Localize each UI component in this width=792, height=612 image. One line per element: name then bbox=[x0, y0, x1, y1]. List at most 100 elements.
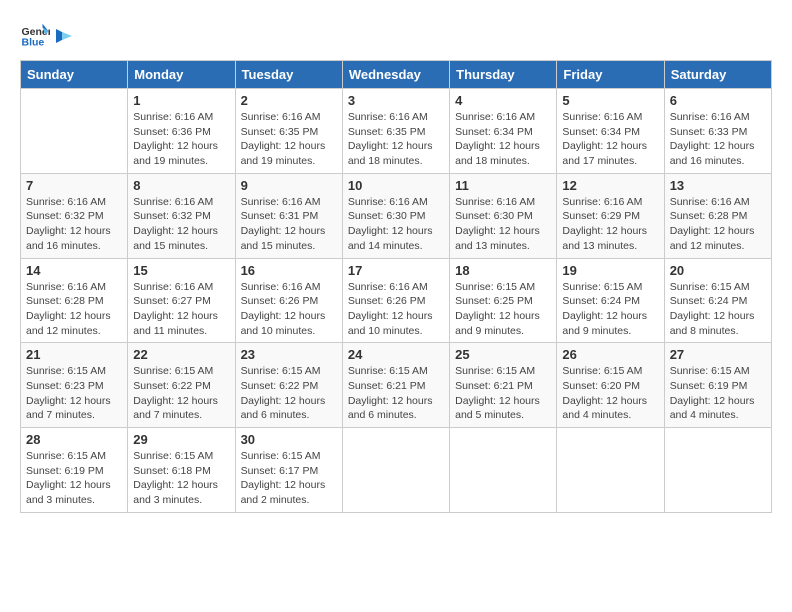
day-number: 18 bbox=[455, 263, 551, 278]
day-cell: 7 Sunrise: 6:16 AM Sunset: 6:32 PM Daylig… bbox=[21, 173, 128, 258]
day-detail: Sunrise: 6:16 AM Sunset: 6:30 PM Dayligh… bbox=[348, 195, 444, 254]
day-cell: 4Sunrise: 6:16 AM Sunset: 6:34 PM Daylig… bbox=[450, 89, 557, 174]
calendar-body: 1Sunrise: 6:16 AM Sunset: 6:36 PM Daylig… bbox=[21, 89, 772, 513]
day-number: 16 bbox=[241, 263, 337, 278]
day-cell: 19 Sunrise: 6:15 AM Sunset: 6:24 PM Dayli… bbox=[557, 258, 664, 343]
day-detail: Sunrise: 6:15 AM Sunset: 6:19 PM Dayligh… bbox=[670, 364, 766, 423]
day-cell: 9 Sunrise: 6:16 AM Sunset: 6:31 PM Daylig… bbox=[235, 173, 342, 258]
day-number: 27 bbox=[670, 347, 766, 362]
day-cell: 10 Sunrise: 6:16 AM Sunset: 6:30 PM Dayli… bbox=[342, 173, 449, 258]
day-number: 6 bbox=[670, 93, 766, 108]
day-cell bbox=[557, 428, 664, 513]
day-cell: 2 Sunrise: 6:16 AM Sunset: 6:35 PM Daylig… bbox=[235, 89, 342, 174]
day-detail: Sunrise: 6:16 AM Sunset: 6:29 PM Dayligh… bbox=[562, 195, 658, 254]
week-row-1: 1Sunrise: 6:16 AM Sunset: 6:36 PM Daylig… bbox=[21, 89, 772, 174]
day-detail: Sunrise: 6:16 AM Sunset: 6:33 PM Dayligh… bbox=[670, 110, 766, 169]
day-number: 10 bbox=[348, 178, 444, 193]
day-number: 26 bbox=[562, 347, 658, 362]
week-row-4: 21 Sunrise: 6:15 AM Sunset: 6:23 PM Dayli… bbox=[21, 343, 772, 428]
day-detail: Sunrise: 6:16 AM Sunset: 6:32 PM Dayligh… bbox=[26, 195, 122, 254]
day-detail: Sunrise: 6:15 AM Sunset: 6:25 PM Dayligh… bbox=[455, 280, 551, 339]
day-cell: 1Sunrise: 6:16 AM Sunset: 6:36 PM Daylig… bbox=[128, 89, 235, 174]
day-cell: 20 Sunrise: 6:15 AM Sunset: 6:24 PM Dayli… bbox=[664, 258, 771, 343]
header-cell-sunday: Sunday bbox=[21, 61, 128, 89]
day-cell: 27 Sunrise: 6:15 AM Sunset: 6:19 PM Dayli… bbox=[664, 343, 771, 428]
day-detail: Sunrise: 6:15 AM Sunset: 6:24 PM Dayligh… bbox=[562, 280, 658, 339]
day-detail: Sunrise: 6:16 AM Sunset: 6:34 PM Dayligh… bbox=[455, 110, 551, 169]
day-cell bbox=[450, 428, 557, 513]
day-detail: Sunrise: 6:16 AM Sunset: 6:30 PM Dayligh… bbox=[455, 195, 551, 254]
day-number: 28 bbox=[26, 432, 122, 447]
day-number: 9 bbox=[241, 178, 337, 193]
day-number: 3 bbox=[348, 93, 444, 108]
day-detail: Sunrise: 6:16 AM Sunset: 6:26 PM Dayligh… bbox=[241, 280, 337, 339]
day-number: 5 bbox=[562, 93, 658, 108]
day-number: 24 bbox=[348, 347, 444, 362]
day-detail: Sunrise: 6:15 AM Sunset: 6:23 PM Dayligh… bbox=[26, 364, 122, 423]
week-row-3: 14 Sunrise: 6:16 AM Sunset: 6:28 PM Dayli… bbox=[21, 258, 772, 343]
day-number: 30 bbox=[241, 432, 337, 447]
header-cell-tuesday: Tuesday bbox=[235, 61, 342, 89]
day-number: 22 bbox=[133, 347, 229, 362]
day-number: 2 bbox=[241, 93, 337, 108]
day-cell: 21 Sunrise: 6:15 AM Sunset: 6:23 PM Dayli… bbox=[21, 343, 128, 428]
header-cell-friday: Friday bbox=[557, 61, 664, 89]
day-number: 29 bbox=[133, 432, 229, 447]
day-detail: Sunrise: 6:15 AM Sunset: 6:22 PM Dayligh… bbox=[241, 364, 337, 423]
page-header: General Blue bbox=[20, 20, 772, 50]
day-detail: Sunrise: 6:16 AM Sunset: 6:35 PM Dayligh… bbox=[241, 110, 337, 169]
day-number: 23 bbox=[241, 347, 337, 362]
logo-icon: General Blue bbox=[20, 20, 50, 50]
calendar-header: SundayMondayTuesdayWednesdayThursdayFrid… bbox=[21, 61, 772, 89]
header-cell-wednesday: Wednesday bbox=[342, 61, 449, 89]
week-row-5: 28 Sunrise: 6:15 AM Sunset: 6:19 PM Dayli… bbox=[21, 428, 772, 513]
day-number: 21 bbox=[26, 347, 122, 362]
day-cell: 29Sunrise: 6:15 AM Sunset: 6:18 PM Dayli… bbox=[128, 428, 235, 513]
day-cell: 26 Sunrise: 6:15 AM Sunset: 6:20 PM Dayli… bbox=[557, 343, 664, 428]
day-cell: 6 Sunrise: 6:16 AM Sunset: 6:33 PM Daylig… bbox=[664, 89, 771, 174]
day-detail: Sunrise: 6:16 AM Sunset: 6:28 PM Dayligh… bbox=[26, 280, 122, 339]
logo: General Blue bbox=[20, 20, 74, 50]
day-detail: Sunrise: 6:15 AM Sunset: 6:19 PM Dayligh… bbox=[26, 449, 122, 508]
day-detail: Sunrise: 6:15 AM Sunset: 6:22 PM Dayligh… bbox=[133, 364, 229, 423]
day-number: 20 bbox=[670, 263, 766, 278]
day-cell: 23 Sunrise: 6:15 AM Sunset: 6:22 PM Dayli… bbox=[235, 343, 342, 428]
day-detail: Sunrise: 6:15 AM Sunset: 6:20 PM Dayligh… bbox=[562, 364, 658, 423]
day-cell: 28 Sunrise: 6:15 AM Sunset: 6:19 PM Dayli… bbox=[21, 428, 128, 513]
day-number: 1 bbox=[133, 93, 229, 108]
day-cell: 11 Sunrise: 6:16 AM Sunset: 6:30 PM Dayli… bbox=[450, 173, 557, 258]
day-cell: 17 Sunrise: 6:16 AM Sunset: 6:26 PM Dayli… bbox=[342, 258, 449, 343]
day-cell bbox=[21, 89, 128, 174]
header-cell-monday: Monday bbox=[128, 61, 235, 89]
day-cell: 18 Sunrise: 6:15 AM Sunset: 6:25 PM Dayli… bbox=[450, 258, 557, 343]
day-number: 7 bbox=[26, 178, 122, 193]
calendar-table: SundayMondayTuesdayWednesdayThursdayFrid… bbox=[20, 60, 772, 513]
day-number: 12 bbox=[562, 178, 658, 193]
day-detail: Sunrise: 6:16 AM Sunset: 6:27 PM Dayligh… bbox=[133, 280, 229, 339]
day-cell bbox=[342, 428, 449, 513]
day-cell: 14 Sunrise: 6:16 AM Sunset: 6:28 PM Dayli… bbox=[21, 258, 128, 343]
logo-arrow-icon bbox=[56, 29, 74, 43]
day-cell: 3Sunrise: 6:16 AM Sunset: 6:35 PM Daylig… bbox=[342, 89, 449, 174]
day-cell: 8Sunrise: 6:16 AM Sunset: 6:32 PM Daylig… bbox=[128, 173, 235, 258]
day-cell: 30Sunrise: 6:15 AM Sunset: 6:17 PM Dayli… bbox=[235, 428, 342, 513]
day-cell bbox=[664, 428, 771, 513]
day-number: 11 bbox=[455, 178, 551, 193]
day-detail: Sunrise: 6:15 AM Sunset: 6:21 PM Dayligh… bbox=[455, 364, 551, 423]
header-cell-thursday: Thursday bbox=[450, 61, 557, 89]
day-cell: 5 Sunrise: 6:16 AM Sunset: 6:34 PM Daylig… bbox=[557, 89, 664, 174]
day-number: 17 bbox=[348, 263, 444, 278]
day-detail: Sunrise: 6:16 AM Sunset: 6:31 PM Dayligh… bbox=[241, 195, 337, 254]
header-row: SundayMondayTuesdayWednesdayThursdayFrid… bbox=[21, 61, 772, 89]
day-detail: Sunrise: 6:16 AM Sunset: 6:26 PM Dayligh… bbox=[348, 280, 444, 339]
day-cell: 15 Sunrise: 6:16 AM Sunset: 6:27 PM Dayli… bbox=[128, 258, 235, 343]
day-number: 13 bbox=[670, 178, 766, 193]
day-number: 19 bbox=[562, 263, 658, 278]
day-number: 8 bbox=[133, 178, 229, 193]
day-detail: Sunrise: 6:15 AM Sunset: 6:24 PM Dayligh… bbox=[670, 280, 766, 339]
day-cell: 24Sunrise: 6:15 AM Sunset: 6:21 PM Dayli… bbox=[342, 343, 449, 428]
day-number: 14 bbox=[26, 263, 122, 278]
day-detail: Sunrise: 6:16 AM Sunset: 6:34 PM Dayligh… bbox=[562, 110, 658, 169]
day-number: 15 bbox=[133, 263, 229, 278]
day-cell: 13Sunrise: 6:16 AM Sunset: 6:28 PM Dayli… bbox=[664, 173, 771, 258]
